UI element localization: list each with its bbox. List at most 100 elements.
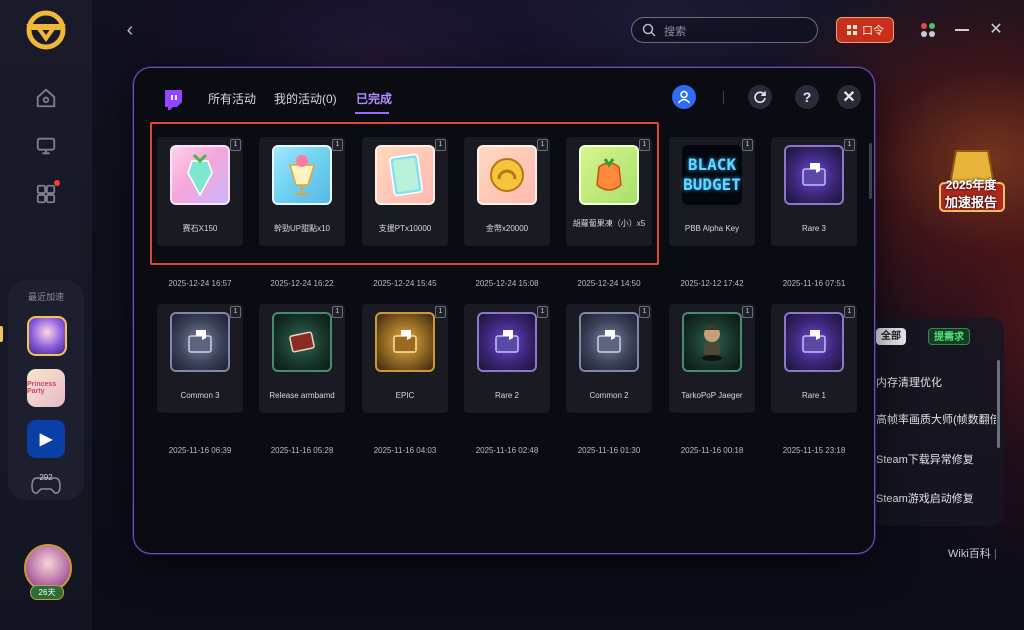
tools-scrollbar[interactable] xyxy=(997,360,1000,448)
mini-apps-icon[interactable] xyxy=(920,22,936,38)
playstation-icon: ▶ xyxy=(39,431,53,448)
purple-chest-icon xyxy=(477,312,537,372)
notification-dot xyxy=(54,180,60,186)
recent-game-umamusume[interactable] xyxy=(27,316,67,356)
refresh-button[interactable] xyxy=(748,85,772,109)
reward-name: Rare 3 xyxy=(801,224,826,233)
qty-badge: 1 xyxy=(537,139,548,151)
wiki-link[interactable]: Wiki百科 | xyxy=(948,545,997,561)
reward-name: 幹勁UP甜點x10 xyxy=(273,224,330,233)
completed-time: 2025-12-24 16:22 xyxy=(270,279,334,288)
reward-name: 金幣x20000 xyxy=(485,224,529,233)
tool-item[interactable]: 高帧率画质大师(帧数翻倍) xyxy=(876,411,996,427)
modal-scrollbar[interactable] xyxy=(869,143,872,199)
reward-name: 支援PTx10000 xyxy=(378,224,432,233)
membership-days-badge: 26天 xyxy=(30,585,64,600)
reward-card[interactable]: 1 Common 2 xyxy=(566,304,652,413)
monitor-icon[interactable] xyxy=(30,130,62,162)
reward-card[interactable]: 1 TarkoPoP Jaeger xyxy=(669,304,755,413)
qty-badge: 1 xyxy=(435,139,446,151)
recent-game-playstation[interactable]: ▶ xyxy=(27,420,65,458)
purple-chest-icon xyxy=(784,145,844,205)
reward-name: Common 3 xyxy=(180,391,220,400)
qty-badge: 1 xyxy=(537,306,548,318)
gray-chest-icon xyxy=(579,312,639,372)
back-button[interactable]: ‹ xyxy=(120,18,140,42)
question-icon: ? xyxy=(802,89,812,105)
reward-card[interactable]: 1 Rare 3 xyxy=(771,137,857,246)
search-placeholder: 搜索 xyxy=(664,26,686,38)
kouling-label: 口令 xyxy=(862,25,884,37)
gold-chest-icon xyxy=(375,312,435,372)
qty-badge: 1 xyxy=(332,306,343,318)
recent-game-princess-party[interactable]: Princess Party xyxy=(27,369,65,407)
gold-horseshoe-icon xyxy=(477,145,537,205)
window-close-button[interactable]: ✕ xyxy=(988,18,1004,42)
tool-item[interactable]: 内存清理优化 xyxy=(876,374,996,390)
qty-badge: 1 xyxy=(639,306,650,318)
minimize-button[interactable] xyxy=(955,29,969,31)
reward-card[interactable]: 1 支援PTx10000 xyxy=(362,137,448,246)
completed-time: 2025-11-16 00:18 xyxy=(680,446,744,455)
reward-card[interactable]: 1 EPIC xyxy=(362,304,448,413)
reward-card[interactable]: 1 胡蘿蔔果凍（小）x5 xyxy=(566,137,652,246)
reward-card[interactable]: 1 Rare 1 xyxy=(771,304,857,413)
parfait-icon xyxy=(272,145,332,205)
qty-badge: 1 xyxy=(230,306,241,318)
filter-all-chip[interactable]: 全部 xyxy=(876,328,906,345)
tab-my-activities[interactable]: 我的活动(0) xyxy=(274,90,337,107)
kouling-icon xyxy=(847,25,857,35)
reward-name: EPIC xyxy=(395,391,415,400)
qty-badge: 1 xyxy=(742,306,753,318)
active-tab-underline xyxy=(355,112,389,114)
completed-time: 2025-11-16 04:03 xyxy=(373,446,437,455)
active-indicator xyxy=(0,326,3,342)
recent-label: 最近加速 xyxy=(27,292,64,302)
reward-card[interactable]: 1 赛石X150 xyxy=(157,137,243,246)
qty-badge: 1 xyxy=(844,306,855,318)
completed-time: 2025-11-16 02:48 xyxy=(475,446,539,455)
user-icon xyxy=(677,90,691,104)
completed-time: 2025-11-15 23:18 xyxy=(782,446,846,455)
completed-time: 2025-11-16 06:39 xyxy=(168,446,232,455)
toolbar-divider xyxy=(723,91,724,104)
help-button[interactable]: ? xyxy=(795,85,819,109)
modal-close-button[interactable]: ✕ xyxy=(837,85,861,109)
reward-name: Rare 1 xyxy=(801,391,826,400)
reward-name: Common 2 xyxy=(589,391,629,400)
twitch-icon xyxy=(165,90,182,110)
refresh-icon xyxy=(754,91,766,104)
close-icon: ✕ xyxy=(842,89,856,106)
apps-grid-icon[interactable] xyxy=(30,178,62,210)
reward-card[interactable]: 1 Common 3 xyxy=(157,304,243,413)
qty-badge: 1 xyxy=(742,139,753,151)
purple-chest-icon xyxy=(784,312,844,372)
completed-time: 2025-11-16 01:30 xyxy=(577,446,641,455)
tool-item[interactable]: Steam下载异常修复 xyxy=(876,451,996,467)
black-budget-icon: BLACK BUDGET xyxy=(682,145,742,205)
completed-time: 2025-12-24 16:57 xyxy=(168,279,232,288)
reward-name: TarkoPoP Jaeger xyxy=(681,391,743,400)
tab-completed[interactable]: 已完成 xyxy=(356,90,392,107)
account-button[interactable] xyxy=(672,85,696,109)
completed-time: 2025-11-16 05:28 xyxy=(270,446,334,455)
reward-card[interactable]: 1 金幣x20000 xyxy=(464,137,550,246)
tool-item[interactable]: Steam游戏启动修复 xyxy=(876,490,996,506)
controller-count: 292 xyxy=(39,473,53,482)
report-title[interactable]: 加速报告 xyxy=(936,192,1006,211)
tab-all-activities[interactable]: 所有活动 xyxy=(208,90,256,107)
kouling-button[interactable]: 口令 xyxy=(836,17,894,43)
reward-card[interactable]: 1 Release armbamd xyxy=(259,304,345,413)
report-year: 2025年度 xyxy=(945,178,997,192)
reward-card[interactable]: 1 幹勁UP甜點x10 xyxy=(259,137,345,246)
app-logo-icon[interactable] xyxy=(22,10,70,50)
qty-badge: 1 xyxy=(332,139,343,151)
qty-badge: 1 xyxy=(230,139,241,151)
home-icon[interactable] xyxy=(30,82,62,114)
request-chip[interactable]: 提需求 xyxy=(928,328,970,345)
qty-badge: 1 xyxy=(844,139,855,151)
search-box[interactable]: 搜索 xyxy=(631,17,818,43)
completed-time: 2025-12-24 15:08 xyxy=(475,279,539,288)
reward-card[interactable]: 1 Rare 2 xyxy=(464,304,550,413)
reward-card[interactable]: 1 BLACK BUDGET PBB Alpha Key xyxy=(669,137,755,246)
